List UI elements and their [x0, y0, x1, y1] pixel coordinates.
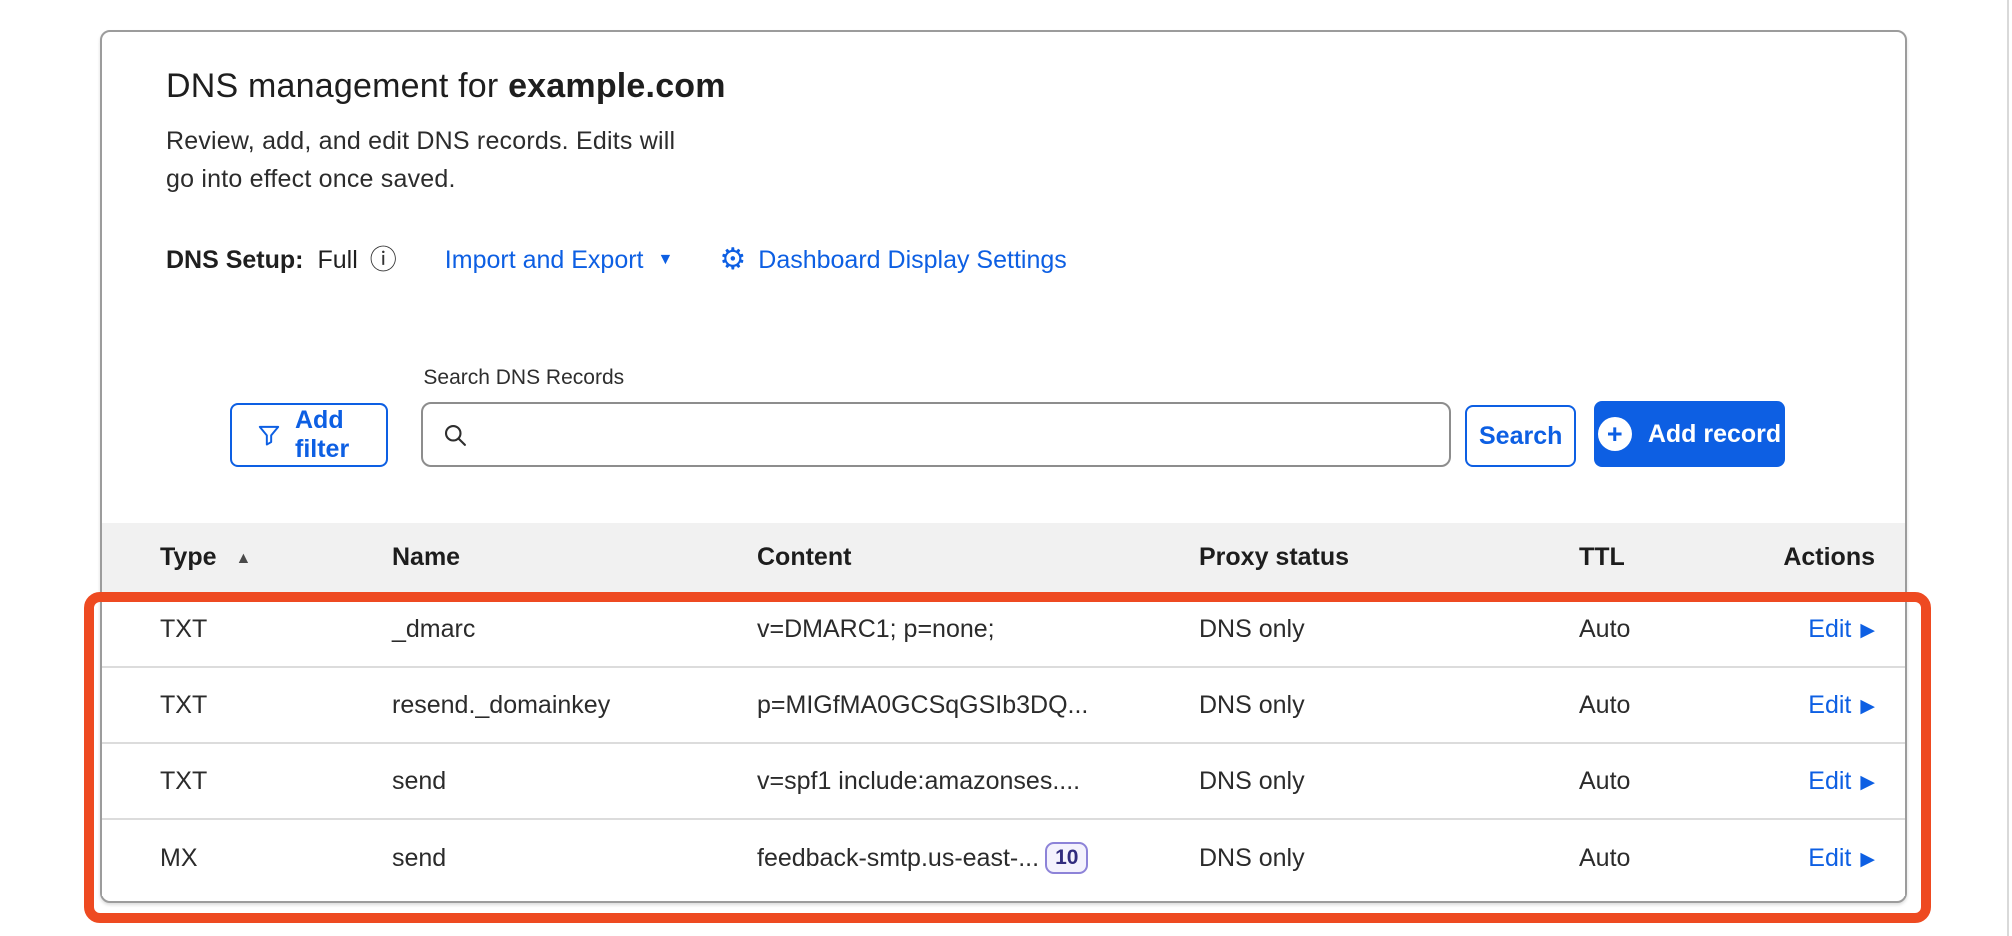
cell-content-text: v=DMARC1; p=none; — [757, 615, 995, 644]
column-header-name: Name — [392, 543, 757, 572]
cell-content-text: v=spf1 include:amazonses.... — [757, 767, 1080, 796]
cell-type: TXT — [160, 615, 392, 644]
search-input[interactable] — [481, 420, 1431, 450]
cell-proxy-status: DNS only — [1199, 767, 1579, 796]
cell-name: send — [392, 844, 757, 873]
cell-content-text: p=MIGfMA0GCSqGSIb3DQ... — [757, 691, 1088, 720]
table-row: TXT _dmarc v=DMARC1; p=none; DNS only Au… — [102, 592, 1905, 668]
cell-ttl: Auto — [1579, 844, 1769, 873]
cell-content: v=DMARC1; p=none; — [757, 615, 1199, 644]
gear-icon[interactable]: ⚙ — [719, 245, 746, 275]
column-header-actions: Actions — [1769, 543, 1875, 572]
cell-proxy-status: DNS only — [1199, 691, 1579, 720]
search-label: Search DNS Records — [423, 366, 1451, 390]
import-export-link[interactable]: Import and Export ▼ — [445, 246, 674, 275]
subtitle-line-2: go into effect once saved. — [166, 160, 1845, 198]
info-icon[interactable]: ⓘ — [370, 247, 397, 274]
cell-ttl: Auto — [1579, 615, 1769, 644]
filter-funnel-icon — [256, 422, 282, 448]
edit-link[interactable]: Edit ▶ — [1808, 767, 1875, 796]
cell-name: resend._domainkey — [392, 691, 757, 720]
dns-toolbar: Add filter Search DNS Records Search + A… — [166, 366, 1845, 467]
cell-actions: Edit ▶ — [1769, 615, 1875, 644]
search-box[interactable] — [421, 402, 1451, 467]
search-button-label: Search — [1479, 422, 1562, 451]
page-subtitle: Review, add, and edit DNS records. Edits… — [166, 122, 1845, 198]
edit-link[interactable]: Edit ▶ — [1808, 691, 1875, 720]
edit-link[interactable]: Edit ▶ — [1808, 844, 1875, 873]
cell-name: _dmarc — [392, 615, 757, 644]
dashboard-display-settings-link[interactable]: Dashboard Display Settings — [758, 246, 1067, 275]
cell-actions: Edit ▶ — [1769, 844, 1875, 873]
dns-setup-row: DNS Setup: Full ⓘ Import and Export ▼ ⚙ … — [166, 244, 1845, 276]
edit-link-label: Edit — [1808, 615, 1851, 644]
cell-type: TXT — [160, 767, 392, 796]
edit-link-label: Edit — [1808, 691, 1851, 720]
cell-ttl: Auto — [1579, 691, 1769, 720]
cell-type: TXT — [160, 691, 392, 720]
page-title-prefix: DNS management for — [166, 67, 508, 105]
page-edge-divider — [2007, 0, 2009, 936]
cell-content-text: feedback-smtp.us-east-... — [757, 844, 1039, 873]
dashboard-display-settings-label: Dashboard Display Settings — [758, 246, 1067, 275]
cell-actions: Edit ▶ — [1769, 767, 1875, 796]
table-row: TXT send v=spf1 include:amazonses.... DN… — [102, 744, 1905, 820]
page-title-domain: example.com — [508, 67, 726, 105]
add-record-button[interactable]: + Add record — [1594, 401, 1785, 467]
edit-link[interactable]: Edit ▶ — [1808, 615, 1875, 644]
edit-arrow-icon: ▶ — [1860, 619, 1875, 642]
edit-arrow-icon: ▶ — [1860, 695, 1875, 718]
search-icon — [441, 421, 469, 449]
cell-content: v=spf1 include:amazonses.... — [757, 767, 1199, 796]
dns-setup-value: Full — [318, 246, 358, 275]
cell-proxy-status: DNS only — [1199, 615, 1579, 644]
page-title: DNS management for example.com — [166, 66, 1845, 106]
add-record-label: Add record — [1648, 420, 1781, 449]
sort-ascending-icon: ▲ — [235, 550, 251, 567]
column-header-ttl: TTL — [1579, 543, 1769, 572]
cell-proxy-status: DNS only — [1199, 844, 1579, 873]
edit-link-label: Edit — [1808, 844, 1851, 873]
priority-badge: 10 — [1045, 842, 1088, 874]
edit-link-label: Edit — [1808, 767, 1851, 796]
column-header-type-label: Type — [160, 543, 217, 571]
import-export-label: Import and Export — [445, 246, 644, 275]
cell-ttl: Auto — [1579, 767, 1769, 796]
column-header-proxy-status: Proxy status — [1199, 543, 1579, 572]
table-row: MX send feedback-smtp.us-east-... 10 DNS… — [102, 820, 1905, 896]
edit-arrow-icon: ▶ — [1860, 771, 1875, 794]
cell-content: feedback-smtp.us-east-... 10 — [757, 842, 1199, 874]
plus-icon: + — [1598, 417, 1632, 451]
table-body: TXT _dmarc v=DMARC1; p=none; DNS only Au… — [102, 592, 1905, 896]
chevron-down-icon: ▼ — [658, 251, 674, 269]
search-button[interactable]: Search — [1465, 405, 1576, 467]
table-row: TXT resend._domainkey p=MIGfMA0GCSqGSIb3… — [102, 668, 1905, 744]
column-header-content: Content — [757, 543, 1199, 572]
add-filter-label: Add filter — [295, 406, 362, 464]
search-section: Search DNS Records — [421, 366, 1451, 467]
cell-actions: Edit ▶ — [1769, 691, 1875, 720]
dns-setup-label: DNS Setup: — [166, 246, 304, 275]
add-filter-button[interactable]: Add filter — [230, 403, 388, 467]
column-header-type[interactable]: Type ▲ — [160, 543, 392, 572]
cell-type: MX — [160, 844, 392, 873]
table-header: Type ▲ Name Content Proxy status TTL Act… — [102, 523, 1905, 592]
cell-content: p=MIGfMA0GCSqGSIb3DQ... — [757, 691, 1199, 720]
subtitle-line-1: Review, add, and edit DNS records. Edits… — [166, 122, 1845, 160]
edit-arrow-icon: ▶ — [1860, 848, 1875, 871]
dns-management-card: DNS management for example.com Review, a… — [100, 30, 1907, 903]
cell-name: send — [392, 767, 757, 796]
